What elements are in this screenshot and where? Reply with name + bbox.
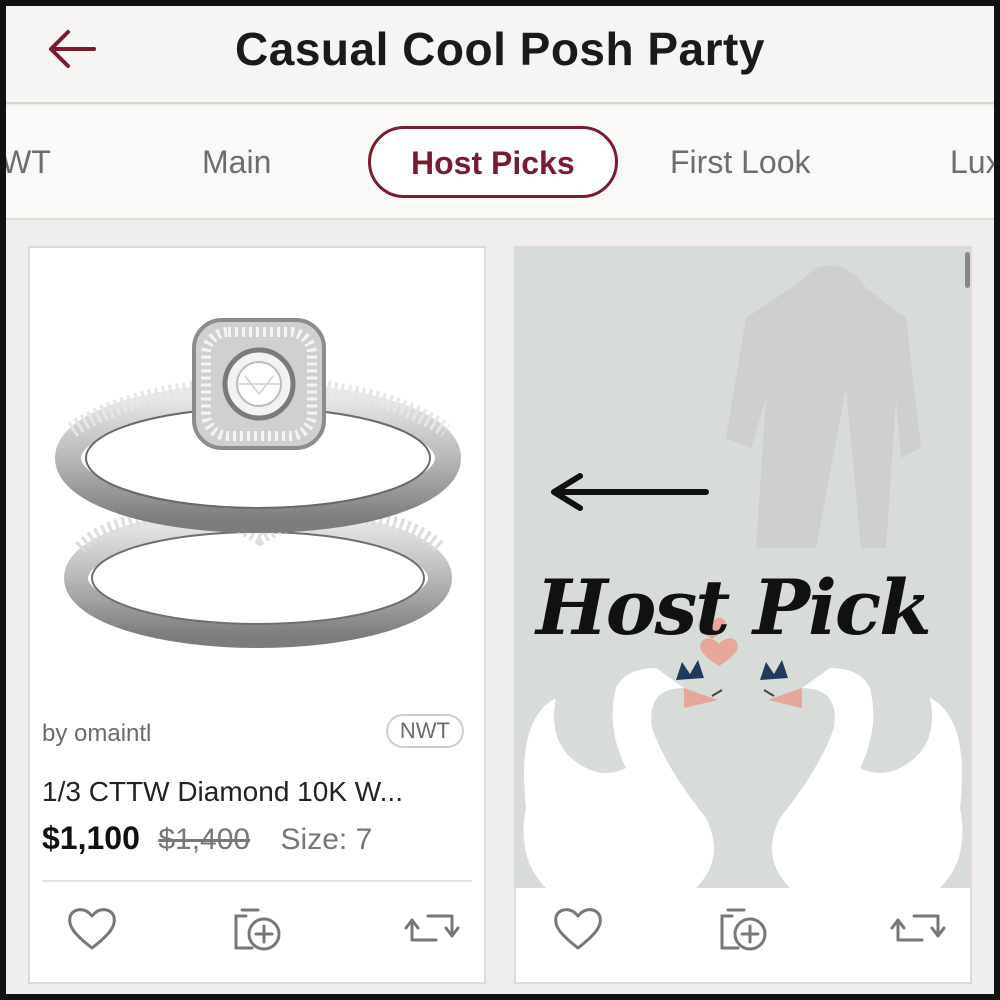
share-icon[interactable] bbox=[402, 898, 462, 958]
tab-nwt[interactable]: NWT bbox=[6, 144, 51, 181]
heart-icon[interactable] bbox=[548, 898, 608, 958]
scrollbar[interactable] bbox=[965, 252, 970, 288]
tab-first-look[interactable]: First Look bbox=[670, 144, 810, 181]
host-pick-card[interactable]: Host Pick bbox=[514, 246, 972, 984]
listing-price: $1,100 bbox=[42, 820, 140, 856]
listing-size: Size: 7 bbox=[280, 823, 373, 856]
page-title: Casual Cool Posh Party bbox=[235, 23, 765, 75]
listing-actions bbox=[30, 898, 484, 978]
add-to-bundle-icon[interactable] bbox=[228, 898, 288, 958]
listing-title[interactable]: 1/3 CTTW Diamond 10K W... bbox=[42, 776, 403, 808]
heart-icon[interactable] bbox=[62, 898, 122, 958]
tab-main[interactable]: Main bbox=[202, 144, 271, 181]
host-pick-actions bbox=[516, 898, 970, 978]
price-row: $1,100 $1,400 Size: 7 bbox=[42, 820, 372, 857]
divider bbox=[42, 880, 472, 882]
listing-meta: by omaintl NWT bbox=[42, 714, 468, 748]
diamond-ring-image bbox=[55, 318, 461, 648]
tab-luxury[interactable]: Luxury bbox=[950, 144, 994, 181]
app-frame: Casual Cool Posh Party NWT Main Host Pic… bbox=[6, 6, 994, 994]
share-icon[interactable] bbox=[888, 898, 948, 958]
host-pick-image[interactable]: Host Pick bbox=[516, 248, 970, 888]
original-price: $1,400 bbox=[158, 823, 251, 856]
condition-badge: NWT bbox=[385, 714, 464, 748]
header: Casual Cool Posh Party bbox=[6, 6, 994, 104]
tab-host-picks[interactable]: Host Picks bbox=[368, 126, 618, 198]
listing-image[interactable] bbox=[30, 248, 484, 708]
host-pick-text: Host Pick bbox=[536, 563, 932, 652]
listing-card[interactable]: by omaintl NWT 1/3 CTTW Diamond 10K W...… bbox=[28, 246, 486, 984]
add-to-bundle-icon[interactable] bbox=[714, 898, 774, 958]
tab-bar: NWT Main Host Picks First Look Luxury bbox=[6, 106, 994, 220]
